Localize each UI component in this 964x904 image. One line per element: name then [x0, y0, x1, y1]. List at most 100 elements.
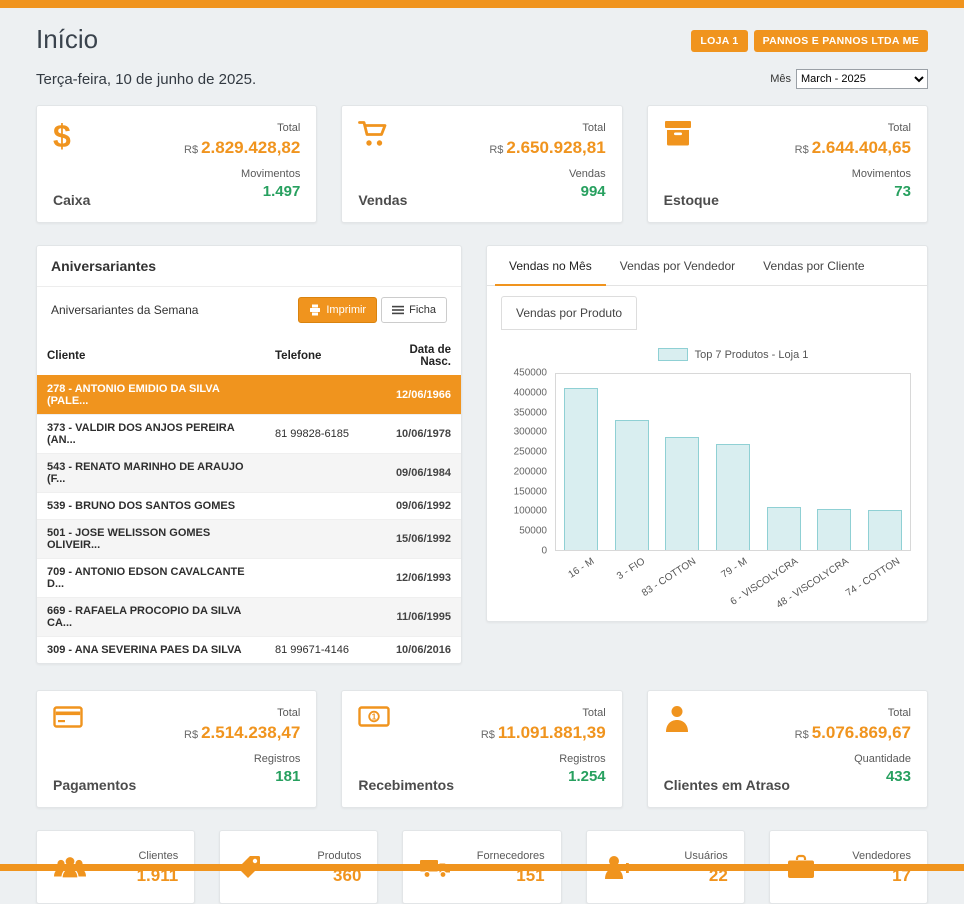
table-row[interactable]: 709 - ANTONIO EDSON CAVALCANTE D... 12/0… — [37, 559, 461, 598]
y-tick-label: 400000 — [514, 387, 547, 398]
x-tick-label: 74 - COTTON — [860, 551, 911, 603]
total-value: 2.829.428,82 — [201, 138, 300, 157]
dashboard-page: Início LOJA 1 PANNOS E PANNOS LTDA ME Te… — [0, 24, 964, 904]
sub-label: Vendas — [489, 166, 605, 183]
y-tick-label: 250000 — [514, 447, 547, 458]
date-cell: 12/06/1993 — [373, 559, 461, 598]
chart-bar — [564, 388, 598, 550]
phone-cell — [265, 598, 373, 637]
phone-cell — [265, 454, 373, 493]
date-cell: 11/06/1995 — [373, 598, 461, 637]
header-badges: LOJA 1 PANNOS E PANNOS LTDA ME — [691, 30, 928, 52]
mid-stats-row: Pagamentos Total R$2.514.238,47 Registro… — [36, 690, 928, 808]
chart-bar — [615, 420, 649, 550]
chart-bar — [817, 509, 851, 550]
x-tick-label: 83 - COTTON — [657, 551, 708, 603]
table-row[interactable]: 373 - VALDIR DOS ANJOS PEREIRA (AN... 81… — [37, 415, 461, 454]
stat-card-title: Recebimentos — [358, 777, 454, 793]
currency-prefix: R$ — [184, 144, 198, 156]
stat-card-title: Caixa — [53, 192, 90, 208]
table-row[interactable]: 501 - JOSE WELISSON GOMES OLIVEIR... 15/… — [37, 520, 461, 559]
phone-cell — [265, 376, 373, 415]
sub-value: 73 — [795, 183, 911, 200]
client-cell: 543 - RENATO MARINHO DE ARAUJO (F... — [37, 454, 265, 493]
client-cell: 669 - RAFAELA PROCOPIO DA SILVA CA... — [37, 598, 265, 637]
y-tick-label: 100000 — [514, 506, 547, 517]
y-tick-label: 300000 — [514, 427, 547, 438]
birthdays-title: Aniversariantes — [37, 246, 461, 287]
table-header-row: Cliente Telefone Data de Nasc. — [37, 337, 461, 376]
table-row[interactable]: 278 - ANTONIO EMIDIO DA SILVA (PALE... 1… — [37, 376, 461, 415]
phone-cell: 81 99671-4146 — [265, 637, 373, 664]
column-header-data-nasc: Data de Nasc. — [373, 337, 461, 376]
client-cell: 373 - VALDIR DOS ANJOS PEREIRA (AN... — [37, 415, 265, 454]
table-row[interactable]: 309 - ANA SEVERINA PAES DA SILVA 81 9967… — [37, 637, 461, 664]
stat-card-pagamentos: Pagamentos Total R$2.514.238,47 Registro… — [36, 690, 317, 808]
table-row[interactable]: 669 - RAFAELA PROCOPIO DA SILVA CA... 11… — [37, 598, 461, 637]
birthdays-table: Cliente Telefone Data de Nasc. 278 - ANT… — [37, 337, 461, 663]
print-button[interactable]: Imprimir — [298, 297, 377, 323]
currency-prefix: R$ — [795, 729, 809, 741]
tab-vendas-no-mes[interactable]: Vendas no Mês — [495, 246, 606, 286]
chart-y-axis: 4500004000003500003000002500002000001500… — [503, 373, 555, 551]
y-tick-label: 50000 — [519, 526, 547, 537]
sub-value: 181 — [184, 768, 300, 785]
sub-value: 1.254 — [481, 768, 606, 785]
stat-card-estoque: Estoque Total R$2.644.404,65 Movimentos … — [647, 105, 928, 223]
sales-tabs: Vendas no Mês Vendas por Vendedor Vendas… — [487, 246, 927, 286]
list-icon — [392, 305, 404, 315]
sub-value: 994 — [489, 183, 605, 200]
month-label: Mês — [770, 73, 791, 85]
column-header-cliente: Cliente — [37, 337, 265, 376]
birthdays-subtitle: Aniversariantes da Semana — [51, 303, 198, 317]
current-date: Terça-feira, 10 de junho de 2025. — [36, 71, 256, 88]
tab-vendas-por-vendedor[interactable]: Vendas por Vendedor — [606, 246, 749, 285]
top-stats-row: $ Caixa Total R$2.829.428,82 Movimentos … — [36, 105, 928, 223]
total-value: 5.076.869,67 — [812, 723, 911, 742]
ficha-button[interactable]: Ficha — [381, 297, 447, 323]
company-badge: PANNOS E PANNOS LTDA ME — [754, 30, 928, 52]
legend-label: Top 7 Produtos - Loja 1 — [695, 349, 809, 361]
tab-vendas-por-cliente[interactable]: Vendas por Cliente — [749, 246, 878, 285]
chart-bar — [767, 507, 801, 550]
legend-swatch-icon — [658, 348, 688, 361]
chart-bar — [868, 510, 902, 550]
client-cell: 709 - ANTONIO EDSON CAVALCANTE D... — [37, 559, 265, 598]
mini-card-label: Fornecedores — [477, 848, 545, 865]
sub-value: 1.497 — [184, 183, 300, 200]
tab-vendas-por-produto[interactable]: Vendas por Produto — [501, 296, 637, 330]
banknote-icon: 1 — [358, 705, 454, 728]
dollar-icon: $ — [53, 120, 90, 152]
stat-card-title: Pagamentos — [53, 777, 136, 793]
sub-label: Movimentos — [795, 166, 911, 183]
date-cell: 12/06/1966 — [373, 376, 461, 415]
total-label: Total — [184, 705, 300, 722]
stat-card-clientes-em-atraso: Clientes em Atraso Total R$5.076.869,67 … — [647, 690, 928, 808]
sub-value: 433 — [795, 768, 911, 785]
store-badge: LOJA 1 — [691, 30, 747, 52]
stat-card-title: Clientes em Atraso — [664, 777, 790, 793]
total-label: Total — [795, 120, 911, 137]
birthdays-panel: Aniversariantes Aniversariantes da Seman… — [36, 245, 462, 664]
chart-x-axis: 16 - M3 - FIO83 - COTTON79 - M6 - VISCOL… — [555, 551, 911, 603]
date-cell: 10/06/2016 — [373, 637, 461, 664]
currency-prefix: R$ — [481, 729, 495, 741]
table-row[interactable]: 543 - RENATO MARINHO DE ARAUJO (F... 09/… — [37, 454, 461, 493]
y-tick-label: 200000 — [514, 466, 547, 477]
stat-card-title: Vendas — [358, 192, 407, 208]
mini-card-label: Produtos — [317, 848, 361, 865]
total-label: Total — [184, 120, 300, 137]
y-tick-label: 450000 — [514, 368, 547, 379]
stat-card-vendas: Vendas Total R$2.650.928,81 Vendas 994 — [341, 105, 622, 223]
client-cell: 309 - ANA SEVERINA PAES DA SILVA — [37, 637, 265, 664]
y-tick-label: 0 — [541, 546, 547, 557]
date-cell: 09/06/1984 — [373, 454, 461, 493]
phone-cell — [265, 559, 373, 598]
currency-prefix: R$ — [489, 144, 503, 156]
mini-card-label: Vendedores — [852, 848, 911, 865]
table-row[interactable]: 539 - BRUNO DOS SANTOS GOMES 09/06/1992 — [37, 493, 461, 520]
phone-cell — [265, 493, 373, 520]
month-select[interactable]: March - 2025 — [796, 69, 928, 89]
date-cell: 15/06/1992 — [373, 520, 461, 559]
header: Início LOJA 1 PANNOS E PANNOS LTDA ME — [36, 24, 928, 55]
